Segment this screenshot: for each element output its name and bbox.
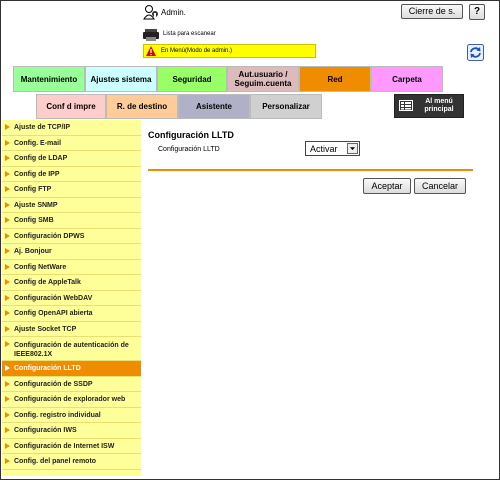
arrow-right-icon: [5, 186, 10, 192]
admin-user-icon: [143, 5, 158, 20]
lltd-select[interactable]: Activar: [305, 141, 360, 156]
arrow-right-icon: [5, 380, 10, 387]
sidebar-item-ssdp[interactable]: Configuración de SSDP: [2, 377, 141, 392]
arrow-right-icon: [5, 341, 10, 347]
sidebar-item-webdav[interactable]: Configuración WebDAV: [2, 291, 141, 306]
arrow-right-icon: [5, 232, 10, 239]
sidebar-item-lltd[interactable]: Configuración LLTD: [2, 361, 141, 377]
menu-grid-icon: [399, 100, 413, 111]
logout-button[interactable]: Cierre de s.: [401, 4, 463, 19]
admin-mode-bar: En Menú(Modo de admin.): [143, 44, 316, 58]
sidebar-item-iws[interactable]: Configuración IWS: [2, 423, 141, 439]
tab-seguridad[interactable]: Seguridad: [157, 66, 227, 92]
arrow-right-icon: [5, 427, 10, 433]
sidebar-item-netware[interactable]: Config NetWare: [2, 260, 141, 275]
section-divider: [148, 169, 473, 171]
sidebar-item-web-browser[interactable]: Configuración de explorador web: [2, 392, 141, 408]
tab-personalizar[interactable]: Personalizar: [250, 94, 322, 119]
arrow-right-icon: [5, 396, 10, 402]
sidebar-item-socket-tcp[interactable]: Ajuste Socket TCP: [2, 322, 141, 337]
sidebar-item-appletalk[interactable]: Config de AppleTalk: [2, 275, 141, 291]
sidebar-item-ipp[interactable]: Config de IPP: [2, 167, 141, 182]
help-button[interactable]: ?: [469, 4, 485, 20]
arrow-right-icon: [5, 325, 10, 332]
sidebar-item-tcpip[interactable]: Ajuste de TCP/IP: [2, 120, 141, 136]
ok-button[interactable]: Aceptar: [363, 178, 411, 194]
sidebar-item-remote-panel[interactable]: Config. del panel remoto: [2, 454, 141, 470]
arrow-right-icon: [5, 170, 10, 177]
arrow-right-icon: [5, 124, 10, 130]
arrow-right-icon: [5, 263, 10, 270]
arrow-right-icon: [5, 217, 10, 223]
tab-carpeta[interactable]: Carpeta: [371, 66, 443, 92]
chevron-down-icon: [347, 143, 358, 154]
arrow-right-icon: [5, 458, 10, 464]
arrow-right-icon: [5, 310, 10, 316]
tab-mantenimiento[interactable]: Mantenimiento: [13, 66, 85, 92]
tab-destino[interactable]: R. de destino: [106, 94, 178, 119]
arrow-right-icon: [5, 294, 10, 301]
sidebar-item-individual-log[interactable]: Config. registro individual: [2, 408, 141, 423]
tab-ajustes-sistema[interactable]: Ajustes sistema: [85, 66, 157, 92]
admin-mode-text: En Menú(Modo de admin.): [161, 48, 233, 54]
sidebar-item-email[interactable]: Config. E-mail: [2, 136, 141, 151]
warning-icon: [146, 46, 156, 56]
sidebar-item-bonjour[interactable]: Aj. Bonjour: [2, 244, 141, 260]
arrow-right-icon: [5, 139, 10, 146]
sidebar-item-ftp[interactable]: Config FTP: [2, 182, 141, 198]
sidebar-item-internet-isw[interactable]: Configuración de Internet ISW: [2, 439, 141, 454]
arrow-right-icon: [5, 248, 10, 254]
sidebar: Ajuste de TCP/IP Config. E-mail Config d…: [2, 120, 141, 476]
tab-aut-usuario[interactable]: Aut.usuario / Seguim.cuenta: [227, 66, 299, 92]
tab-conf-impre[interactable]: Conf d impre: [36, 94, 106, 119]
lltd-select-value: Activar: [310, 144, 338, 154]
main-menu-button[interactable]: Al menú principal: [394, 94, 464, 118]
lltd-field-label: Configuración LLTD: [158, 146, 220, 153]
sidebar-item-openapi[interactable]: Config OpenAPI abierta: [2, 306, 141, 322]
refresh-icon[interactable]: [467, 44, 484, 61]
admin-label: Admin.: [161, 8, 186, 17]
arrow-right-icon: [5, 201, 10, 208]
printer-status-icon: [143, 29, 159, 41]
sidebar-item-ieee8021x[interactable]: Configuración de autenticación de IEEE80…: [2, 337, 141, 361]
sidebar-item-dpws[interactable]: Configuración DPWS: [2, 229, 141, 244]
sidebar-item-snmp[interactable]: Ajuste SNMP: [2, 198, 141, 213]
tab-asistente[interactable]: Asistente: [178, 94, 250, 119]
tab-red[interactable]: Red: [299, 66, 371, 92]
arrow-right-icon: [5, 365, 10, 371]
main-menu-label: Al menú principal: [424, 98, 454, 113]
arrow-right-icon: [5, 279, 10, 285]
device-status-text: Lista para escanear: [163, 31, 216, 37]
sidebar-item-smb[interactable]: Config SMB: [2, 213, 141, 229]
arrow-right-icon: [5, 411, 10, 418]
sidebar-item-ldap[interactable]: Config de LDAP: [2, 151, 141, 167]
page-title: Configuración LLTD: [148, 130, 234, 140]
arrow-right-icon: [5, 155, 10, 161]
arrow-right-icon: [5, 442, 10, 449]
cancel-button[interactable]: Cancelar: [414, 178, 466, 194]
